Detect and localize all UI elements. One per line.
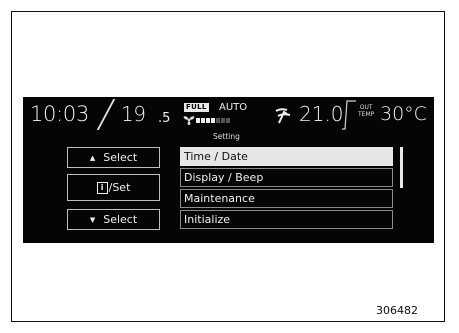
driver-temp-whole: 19 [121,102,146,126]
menu-title: Setting [213,132,240,141]
status-divider [342,100,356,130]
select-down-label: Select [103,213,138,226]
set-label: /Set [108,181,131,194]
select-down-button[interactable]: ▼ Select [67,209,160,230]
fan-speed-segment [196,118,200,123]
settings-menu-list: Time / Date Display / Beep Maintenance I… [180,147,393,231]
menu-scrollbar[interactable] [400,147,403,188]
outside-temp-value: 30°C [380,103,427,125]
auto-label: AUTO [219,102,248,113]
passenger-temp: 21.0 [299,104,344,124]
info-set-button[interactable]: i /Set [67,174,160,201]
menu-item-display-beep[interactable]: Display / Beep [180,168,393,187]
fan-speed-bars [196,118,230,123]
outside-temp-label: OUT TEMP [358,104,374,118]
fan-speed-segment [216,118,220,123]
select-up-button[interactable]: ▲ Select [67,147,160,168]
status-bar: 10:03 19 .5 FULL AUTO 21.0 OUT TEMP 30°C [23,97,434,131]
full-badge: FULL [184,103,209,112]
fan-speed-segment [206,118,210,123]
select-up-label: Select [103,151,138,164]
figure-number: 306482 [376,304,418,317]
fan-icon [183,116,195,125]
display-screen: 10:03 19 .5 FULL AUTO 21.0 OUT TEMP 30°C… [23,97,434,243]
fan-speed-segment [226,118,230,123]
clock: 10:03 [30,102,90,126]
menu-item-maintenance[interactable]: Maintenance [180,189,393,208]
temp-label: TEMP [358,111,375,118]
out-label: OUT [359,104,373,111]
fan-speed-segment [211,118,215,123]
airflow-mode-icon [275,108,291,124]
info-icon: i [96,181,108,194]
driver-temp-decimal: .5 [158,111,171,126]
slash-divider [96,99,116,130]
menu-item-initialize[interactable]: Initialize [180,210,393,229]
fan-speed-segment [221,118,225,123]
menu-item-time-date[interactable]: Time / Date [180,147,393,166]
up-triangle-icon: ▲ [89,153,96,162]
down-triangle-icon: ▼ [89,215,96,224]
fan-speed-segment [201,118,205,123]
passenger-temp-value: 21.0 [299,102,344,126]
